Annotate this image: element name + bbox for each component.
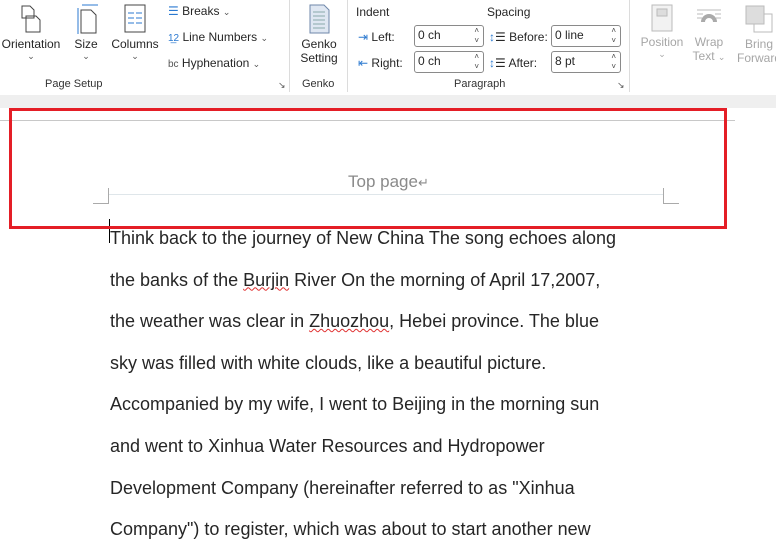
columns-label: Columns [111, 37, 159, 51]
indent-right-label-group: ⇤ Right: [358, 56, 403, 70]
indent-left-label-group: ⇥ Left: [358, 30, 395, 44]
spacing-before-icon: ↕ [489, 30, 495, 44]
text-line: sky was filled with white clouds, like a… [110, 352, 547, 373]
indent-left-input[interactable]: 0 ch ˄ ˅ [414, 25, 484, 47]
spinner-arrows[interactable]: ˄ ˅ [474, 26, 479, 46]
hyphenation-icon: bc [168, 59, 179, 70]
paragraph-dialog-launcher[interactable]: ↘ [617, 80, 625, 91]
text-line: Development Company (hereinafter referre… [110, 477, 575, 498]
spinner-arrows[interactable]: ˄ ˅ [474, 52, 479, 72]
position-label: Position [640, 35, 684, 49]
bring-forward-button[interactable]: Bring Forward [734, 4, 776, 65]
breaks-label: Breaks [182, 4, 220, 18]
document-body[interactable]: Think back to the journey of New China T… [110, 218, 670, 551]
chevron-down-icon: ⌄ [27, 51, 35, 61]
text-line: Company") to register, which was about t… [110, 519, 591, 540]
spacing-before-label: Before: [509, 30, 548, 44]
indent-right-icon: ⇤ [358, 56, 369, 70]
size-label: Size [74, 37, 98, 51]
text-line: and went to Xinhua Water Resources and H… [110, 435, 545, 456]
breaks-icon: ☰ [168, 4, 179, 18]
page-setup-group-label: Page Setup [45, 78, 103, 90]
paragraph-group-label: Paragraph [454, 78, 506, 90]
breaks-button[interactable]: ☰ Breaks ⌄ [168, 4, 230, 18]
bring-forward-icon [745, 5, 773, 33]
line-numbers-button[interactable]: 1̲2 Line Numbers ⌄ [168, 30, 268, 44]
spelling-error[interactable]: Zhuozhou [309, 311, 389, 331]
chevron-down-icon: ⌄ [82, 51, 90, 61]
indent-left-icon: ⇥ [358, 30, 369, 44]
genko-group-label: Genko [302, 78, 335, 90]
wrap-label-1: Wrap [694, 35, 724, 49]
ribbon-bottom-strip [0, 95, 776, 108]
orientation-button[interactable]: Orientation ⌄ [0, 4, 62, 62]
wrap-label-2: Text ⌄ [692, 49, 726, 63]
genko-label-2: Setting [300, 51, 338, 65]
wrap-text-button[interactable]: Wrap Text ⌄ [690, 4, 728, 63]
spinner-arrows[interactable]: ˄ ˅ [611, 52, 616, 72]
highlight-box [9, 108, 727, 229]
genko-label-1: Genko [301, 37, 337, 51]
position-icon [651, 4, 673, 32]
genko-icon [309, 4, 330, 34]
spelling-error[interactable]: Burjin [243, 270, 289, 290]
spacing-before-input[interactable]: 0 line ˄ ˅ [551, 25, 621, 47]
text-line: Accompanied by my wife, I went to Beijin… [110, 394, 600, 415]
indent-right-input[interactable]: 0 ch ˄ ˅ [414, 51, 484, 73]
orientation-icon [21, 5, 41, 33]
spacing-after-input[interactable]: 8 pt ˄ ˅ [551, 51, 621, 73]
indent-heading: Indent [356, 5, 390, 19]
position-button[interactable]: Position ⌄ [638, 4, 686, 60]
divider [347, 0, 348, 92]
orientation-label: Orientation [1, 37, 61, 51]
bring-label-2: Forward [736, 51, 776, 65]
bring-label-1: Bring [744, 37, 773, 51]
spacing-heading: Spacing [487, 5, 531, 19]
size-button[interactable]: Size ⌄ [70, 4, 102, 62]
indent-right-label: Right: [371, 56, 403, 70]
spinner-arrows[interactable]: ˄ ˅ [611, 26, 616, 46]
chevron-down-icon: ⌄ [131, 51, 139, 61]
text-line: the weather was clear in Zhuozhou, Hebei… [110, 311, 599, 332]
columns-icon [124, 4, 146, 33]
indent-left-label: Left: [371, 30, 395, 44]
page-setup-dialog-launcher[interactable]: ↘ [278, 80, 286, 91]
spacing-after-label: After: [508, 56, 538, 70]
genko-setting-button[interactable]: Genko Setting [298, 4, 340, 65]
hyphenation-button[interactable]: bc Hyphenation ⌄ [168, 56, 260, 70]
divider [629, 0, 630, 92]
divider [289, 0, 290, 92]
spacing-before-label-group: ↕☰ Before: [489, 30, 548, 44]
ribbon: Orientation ⌄ Size ⌄ Columns ⌄ ☰ Breaks … [0, 0, 776, 95]
text-line: the banks of the Burjin River On the mor… [110, 269, 601, 290]
line-numbers-label: Line Numbers [182, 30, 258, 44]
spacing-after-label-group: ↕☰ After: [489, 56, 538, 70]
wrap-text-icon [697, 9, 721, 23]
size-icon [77, 4, 98, 34]
line-numbers-icon: 1̲2 [168, 33, 180, 44]
hyphenation-label: Hyphenation [181, 56, 250, 70]
spacing-after-icon: ↕ [489, 56, 495, 70]
columns-button[interactable]: Columns ⌄ [108, 4, 162, 62]
